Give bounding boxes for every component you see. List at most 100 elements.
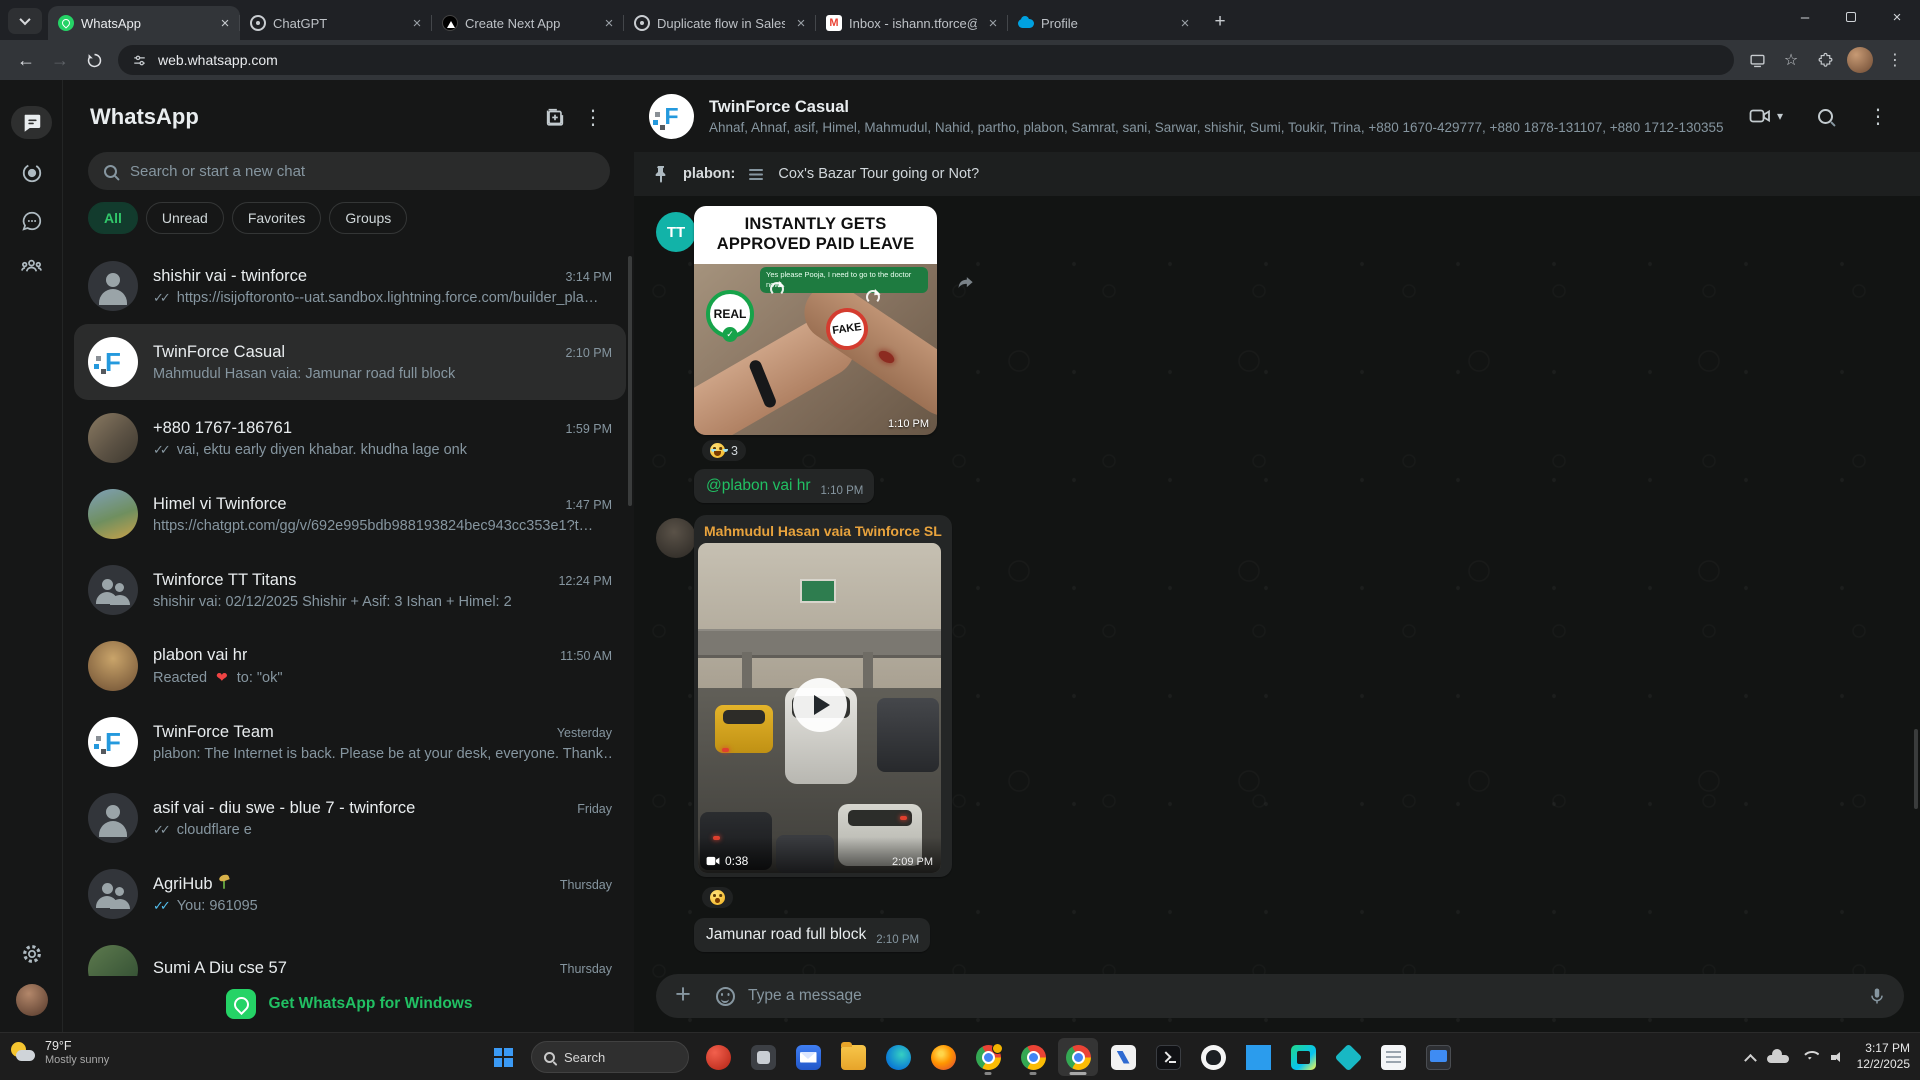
start-button[interactable] <box>484 1038 522 1076</box>
new-chat-button[interactable] <box>536 98 574 136</box>
new-tab-button[interactable]: + <box>1206 8 1234 36</box>
taskbar-app-mail[interactable] <box>788 1038 828 1076</box>
chat-list-item[interactable]: shishir vai - twinforce3:14 PM ✓✓https:/… <box>74 248 626 324</box>
taskbar-app-excel[interactable] <box>1103 1038 1143 1076</box>
text-message[interactable]: Jamunar road full block 2:10 PM <box>694 918 930 952</box>
taskbar-app-chrome-active[interactable] <box>1058 1038 1098 1076</box>
tab-search-button[interactable] <box>8 8 42 34</box>
chat-list-item[interactable]: F TwinForce TeamYesterday plabon: The In… <box>74 704 626 780</box>
forward-button[interactable]: → <box>44 44 76 76</box>
conversation-header[interactable]: F TwinForce Casual Ahnaf, Ahnaf, asif, H… <box>634 80 1920 152</box>
wifi-icon[interactable] <box>1801 1051 1819 1064</box>
get-whatsapp-banner[interactable]: Get WhatsApp for Windows <box>64 976 634 1032</box>
video-call-button[interactable]: ▾ <box>1738 96 1793 136</box>
sender-avatar-photo[interactable] <box>656 518 696 558</box>
settings-button[interactable] <box>11 937 52 970</box>
sender-avatar-initials[interactable]: TT <box>656 212 696 252</box>
taskbar-app-notepad[interactable] <box>1373 1038 1413 1076</box>
message-reaction[interactable]: 3 <box>700 438 748 463</box>
message-input[interactable] <box>748 987 1854 1005</box>
nav-communities-button[interactable] <box>11 250 52 283</box>
tab-close-icon[interactable]: × <box>1176 14 1194 32</box>
sidebar-menu-button[interactable]: ⋮ <box>574 98 612 136</box>
taskbar-weather-widget[interactable]: 79°F Mostly sunny <box>10 1039 109 1066</box>
play-button[interactable] <box>793 678 847 732</box>
conversation-title-block[interactable]: TwinForce Casual Ahnaf, Ahnaf, asif, Him… <box>709 98 1723 135</box>
address-bar[interactable]: web.whatsapp.com <box>118 45 1734 75</box>
taskbar-app-diamond[interactable] <box>1328 1038 1368 1076</box>
taskbar-app-snipping[interactable] <box>743 1038 783 1076</box>
search-input[interactable] <box>130 163 594 180</box>
message-scrollbar[interactable] <box>1914 729 1918 809</box>
filter-all[interactable]: All <box>88 202 138 234</box>
chat-list-item-selected[interactable]: F TwinForce Casual2:10 PM Mahmudul Hasan… <box>74 324 626 400</box>
sidebar-search[interactable] <box>88 152 610 190</box>
tab-chatgpt[interactable]: ChatGPT × <box>240 6 432 40</box>
taskbar-app-terminal[interactable] <box>1148 1038 1188 1076</box>
close-button[interactable]: × <box>1874 0 1920 34</box>
filter-groups[interactable]: Groups <box>329 202 407 234</box>
chat-list-item[interactable]: asif vai - diu swe - blue 7 - twinforceF… <box>74 780 626 856</box>
extensions-puzzle-icon[interactable] <box>1810 45 1840 75</box>
voice-message-button[interactable] <box>1858 977 1896 1015</box>
chat-list-item[interactable]: +880 1767-1867611:59 PM ✓✓vai, ektu earl… <box>74 400 626 476</box>
emoji-button[interactable] <box>706 977 744 1015</box>
video-message[interactable]: Mahmudul Hasan vaia Twinforce SL <box>694 515 952 877</box>
taskbar-app-edge[interactable] <box>878 1038 918 1076</box>
mention-message[interactable]: @plabon vai hr 1:10 PM <box>694 469 874 503</box>
chat-list-item[interactable]: plabon vai hr11:50 AM Reacted❤to: "ok" <box>74 628 626 704</box>
minimize-button[interactable]: – <box>1782 0 1828 34</box>
tray-expand-chevron-icon[interactable] <box>1744 1053 1757 1066</box>
back-button[interactable]: ← <box>10 44 42 76</box>
nav-channels-button[interactable] <box>11 204 52 237</box>
taskbar-app-red[interactable] <box>698 1038 738 1076</box>
chat-list-item[interactable]: Himel vi Twinforce1:47 PM https://chatgp… <box>74 476 626 552</box>
taskbar-app-display[interactable] <box>1418 1038 1458 1076</box>
chat-list-scrollbar[interactable] <box>628 256 632 506</box>
chat-list-item[interactable]: Twinforce TT Titans12:24 PM shishir vai:… <box>74 552 626 628</box>
taskbar-app-firefox[interactable] <box>923 1038 963 1076</box>
pinned-message-bar[interactable]: plabon: Cox's Bazar Tour going or Not? <box>634 152 1920 196</box>
chat-list-item[interactable]: Sumi A Diu cse 57Thursday <box>74 932 626 976</box>
nav-status-button[interactable] <box>11 156 52 189</box>
nav-chats-button[interactable] <box>11 106 52 139</box>
taskbar-app-vscode[interactable] <box>1238 1038 1278 1076</box>
maximize-button[interactable] <box>1828 0 1874 34</box>
taskbar-app-github[interactable] <box>1193 1038 1233 1076</box>
forward-message-button[interactable] <box>951 268 981 298</box>
tab-salesforce-flow[interactable]: Duplicate flow in Salesforce × <box>624 6 816 40</box>
video-thumbnail[interactable]: 0:38 2:09 PM <box>698 543 941 873</box>
bookmark-star-icon[interactable]: ☆ <box>1776 45 1806 75</box>
conversation-search-button[interactable] <box>1808 96 1843 136</box>
image-message[interactable]: INSTANTLY GETS APPROVED PAID LEAVE Yes p… <box>694 206 937 435</box>
tab-whatsapp[interactable]: WhatsApp × <box>48 6 240 40</box>
tab-close-icon[interactable]: × <box>408 14 426 32</box>
attach-button[interactable]: + <box>664 977 702 1015</box>
tab-close-icon[interactable]: × <box>984 14 1002 32</box>
tab-gmail-inbox[interactable]: M Inbox - ishann.tforce@gmail.co × <box>816 6 1008 40</box>
taskbar-app-explorer[interactable] <box>833 1038 873 1076</box>
reload-button[interactable] <box>78 44 110 76</box>
browser-profile-avatar[interactable] <box>1847 47 1873 73</box>
tab-profile[interactable]: Profile × <box>1008 6 1200 40</box>
browser-menu-kebab-icon[interactable]: ⋮ <box>1880 45 1910 75</box>
message-reaction[interactable] <box>700 885 735 910</box>
tab-close-icon[interactable]: × <box>600 14 618 32</box>
mention-text[interactable]: @plabon vai hr <box>706 477 811 495</box>
volume-icon[interactable] <box>1831 1051 1845 1064</box>
taskbar-search[interactable]: Search <box>531 1041 689 1073</box>
taskbar-app-chrome-1[interactable] <box>968 1038 1008 1076</box>
profile-button[interactable] <box>11 983 52 1016</box>
taskbar-app-chrome-2[interactable] <box>1013 1038 1053 1076</box>
taskbar-clock[interactable]: 3:17 PM 12/2/2025 <box>1857 1041 1910 1072</box>
onedrive-cloud-icon[interactable] <box>1767 1051 1789 1063</box>
tab-close-icon[interactable]: × <box>792 14 810 32</box>
conversation-menu-button[interactable]: ⋮ <box>1858 96 1898 136</box>
chat-list-item[interactable]: AgriHubThursday ✓✓You: 961095 <box>74 856 626 932</box>
filter-favorites[interactable]: Favorites <box>232 202 322 234</box>
group-avatar[interactable]: F <box>649 94 694 139</box>
send-to-device-icon[interactable] <box>1742 45 1772 75</box>
sender-name[interactable]: Mahmudul Hasan vaia Twinforce SL <box>698 519 948 543</box>
filter-unread[interactable]: Unread <box>146 202 224 234</box>
taskbar-app-pycharm[interactable] <box>1283 1038 1323 1076</box>
